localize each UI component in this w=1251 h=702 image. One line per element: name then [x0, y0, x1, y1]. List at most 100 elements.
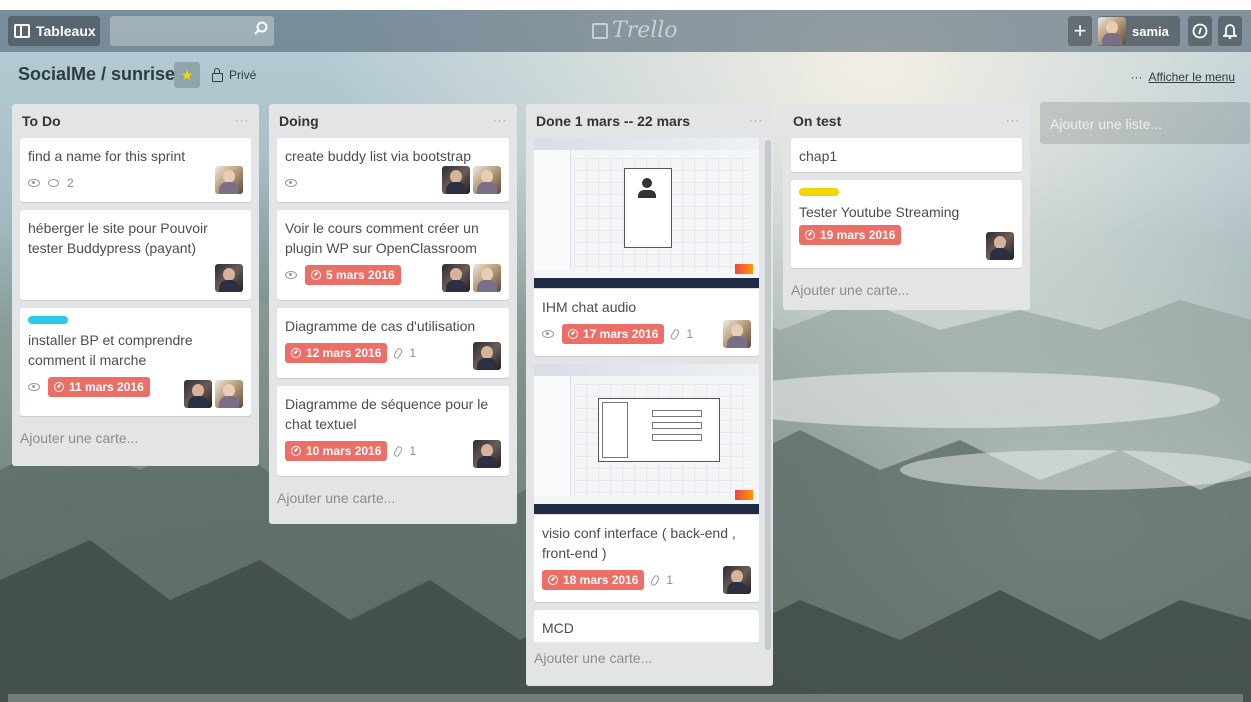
list-header[interactable]: Done 1 mars -- 22 mars ··· [534, 104, 765, 138]
screenshot-user-icon [642, 178, 652, 188]
search-icon[interactable] [254, 21, 268, 35]
screenshot-sidebar [534, 376, 571, 496]
clock-icon [291, 348, 301, 358]
member-avatar[interactable] [215, 264, 243, 292]
card[interactable]: Tester Youtube Streaming 19 mars 2016 [791, 180, 1022, 268]
add-card-link[interactable]: Ajouter une carte... [20, 424, 251, 456]
list-doing: Doing ··· create buddy list via bootstra… [269, 104, 517, 524]
card[interactable]: find a name for this sprint 2 [20, 138, 251, 202]
card-badges: 12 mars 2016 1 [285, 342, 501, 364]
visibility-button[interactable]: Privé [212, 67, 256, 82]
list-header[interactable]: On test ··· [791, 104, 1022, 138]
card-members [442, 166, 501, 194]
list-menu-button[interactable]: ··· [235, 115, 249, 127]
show-menu-label: Afficher le menu [1148, 70, 1236, 84]
board-horizontal-scrollbar[interactable] [8, 694, 1243, 702]
due-date-badge: 5 mars 2016 [305, 265, 401, 285]
member-avatar[interactable] [442, 264, 470, 292]
card[interactable]: installer BP et comprendre comment il ma… [20, 308, 251, 416]
card-title: chap1 [799, 148, 838, 164]
list-todo: To Do ··· find a name for this sprint 2 … [12, 104, 259, 466]
clock-icon [311, 270, 321, 280]
add-card-link[interactable]: Ajouter une carte... [534, 642, 765, 676]
user-menu-button[interactable]: samia [1098, 16, 1180, 46]
board-title[interactable]: SocialMe / sunrise [18, 64, 175, 85]
due-date-text: 11 mars 2016 [69, 380, 144, 394]
card-title: Diagramme de cas d'utilisation [285, 318, 476, 334]
info-button[interactable] [1188, 16, 1212, 46]
show-menu-link[interactable]: ··· Afficher le menu [1131, 70, 1236, 84]
list-title[interactable]: On test [793, 113, 841, 129]
list-scrollbar[interactable] [765, 140, 771, 650]
card-members [184, 380, 243, 408]
search-input[interactable] [110, 16, 274, 46]
card-badges: 10 mars 2016 1 [285, 440, 501, 462]
member-avatar[interactable] [723, 320, 751, 348]
member-avatar[interactable] [184, 380, 212, 408]
member-avatar[interactable] [215, 166, 243, 194]
attachment-count: 1 [409, 346, 417, 360]
bell-icon [1223, 24, 1237, 39]
card[interactable]: visio conf interface ( back-end , front-… [534, 364, 759, 602]
member-avatar[interactable] [986, 232, 1014, 260]
star-button[interactable]: ★ [174, 62, 200, 88]
attachment-icon [650, 573, 661, 587]
member-avatar[interactable] [473, 166, 501, 194]
card-badges: 18 mars 2016 1 [542, 569, 751, 591]
trello-logo[interactable]: Trello [592, 18, 678, 43]
list-menu-button[interactable]: ··· [493, 115, 507, 127]
member-avatar[interactable] [473, 440, 501, 468]
add-list-button[interactable]: Ajouter une liste... [1040, 102, 1250, 144]
card[interactable]: IHM chat audio 17 mars 2016 1 [534, 138, 759, 356]
menu-dots-icon: ··· [1130, 70, 1143, 84]
member-avatar[interactable] [215, 380, 243, 408]
comment-count: 2 [67, 176, 74, 190]
member-avatar[interactable] [723, 566, 751, 594]
member-avatar[interactable] [473, 342, 501, 370]
list-header[interactable]: Doing ··· [277, 104, 509, 138]
card-title: IHM chat audio [542, 299, 637, 315]
logo-text: Trello [612, 18, 678, 43]
card[interactable]: héberger le site pour Pouvoir tester Bud… [20, 210, 251, 300]
card-members [442, 264, 501, 292]
card[interactable]: chap1 [791, 138, 1022, 172]
add-card-link[interactable]: Ajouter une carte... [791, 276, 1022, 308]
list-title[interactable]: To Do [22, 113, 61, 129]
card[interactable]: Diagramme de séquence pour le chat textu… [277, 386, 509, 476]
card[interactable]: Diagramme de cas d'utilisation 12 mars 2… [277, 308, 509, 378]
card-cover-image [534, 138, 759, 289]
list-menu-button[interactable]: ··· [749, 115, 763, 127]
card[interactable]: create buddy list via bootstrap [277, 138, 509, 202]
watch-icon [28, 179, 40, 187]
list-menu-button[interactable]: ··· [1006, 115, 1020, 127]
watch-icon [285, 179, 297, 187]
member-avatar[interactable] [442, 166, 470, 194]
member-avatar[interactable] [473, 264, 501, 292]
card[interactable]: Voir le cours comment créer un plugin WP… [277, 210, 509, 300]
list-on-test: On test ··· chap1 Tester Youtube Streami… [783, 104, 1030, 310]
list-title[interactable]: Done 1 mars -- 22 mars [536, 113, 690, 129]
card-members [215, 264, 243, 292]
clock-icon [568, 329, 578, 339]
info-icon [1192, 23, 1208, 39]
screenshot-taskbar [534, 504, 759, 514]
plus-icon: + [1073, 18, 1087, 43]
boards-button[interactable]: Tableaux [8, 16, 100, 46]
clock-icon [805, 230, 815, 240]
add-card-link[interactable]: Ajouter une carte... [277, 484, 509, 516]
user-avatar [1098, 17, 1126, 45]
screenshot-field [652, 422, 702, 429]
notifications-button[interactable] [1218, 16, 1242, 46]
watch-icon [542, 330, 554, 338]
due-date-text: 17 mars 2016 [583, 327, 659, 341]
card-members [473, 342, 501, 370]
card[interactable]: MCD [534, 610, 759, 642]
list-header[interactable]: To Do ··· [20, 104, 251, 138]
screenshot-user-body [638, 190, 656, 198]
list-title[interactable]: Doing [279, 113, 319, 129]
list-cards-scroll: IHM chat audio 17 mars 2016 1 visio conf… [534, 138, 759, 642]
plus-button[interactable]: + [1068, 16, 1092, 46]
watch-icon [285, 271, 297, 279]
attachment-count: 1 [686, 327, 694, 341]
card-label-blue [28, 316, 68, 324]
